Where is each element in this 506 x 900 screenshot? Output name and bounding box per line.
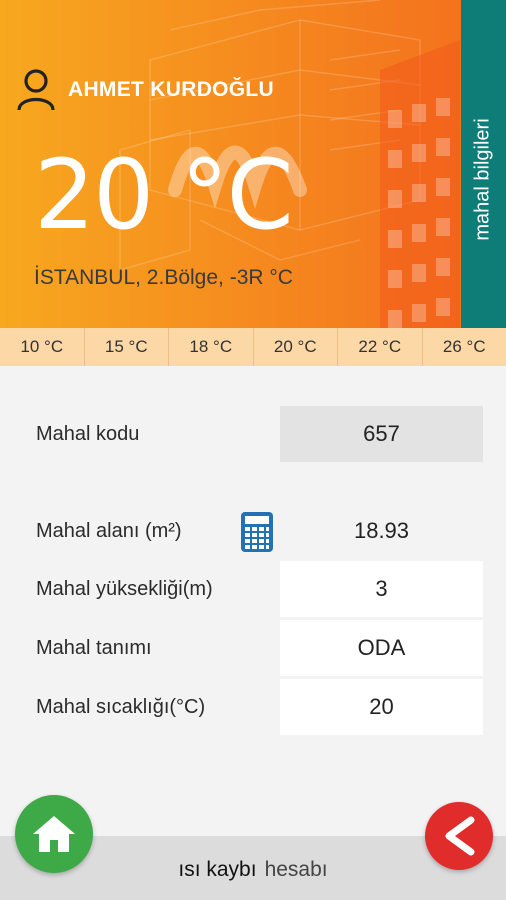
mahal-bilgileri-tab[interactable]: mahal bilgileri xyxy=(461,0,506,328)
scale-item[interactable]: 22 °C xyxy=(338,328,423,366)
mahal-yuksekligi-field[interactable]: 3 xyxy=(280,561,483,617)
mahal-sicakligi-field[interactable]: 20 xyxy=(280,679,483,735)
mahal-alani-label: Mahal alanı (m²) xyxy=(36,519,182,542)
footer-title-part1: ısı kaybı xyxy=(178,858,257,881)
calculator-icon[interactable] xyxy=(240,511,274,553)
mahal-tanimi-label: Mahal tanımı xyxy=(36,636,152,659)
footer-title: ısı kaybı hesabı xyxy=(178,858,327,882)
mahal-sicakligi-row: Mahal sıcaklığı(°C) 20 xyxy=(0,679,506,735)
scale-item[interactable]: 15 °C xyxy=(84,328,169,366)
mahal-yuksekligi-label: Mahal yüksekliği(m) xyxy=(36,577,213,600)
mahal-sicakligi-label: Mahal sıcaklığı(°C) xyxy=(36,695,206,718)
mahal-kodu-field[interactable]: 657 xyxy=(280,406,483,462)
scale-item[interactable]: 18 °C xyxy=(169,328,254,366)
scale-item[interactable]: 26 °C xyxy=(422,328,506,366)
temperature-scale: 10 °C 15 °C 18 °C 20 °C 22 °C 26 °C xyxy=(0,328,506,366)
home-icon xyxy=(33,816,75,852)
mahal-yuksekligi-row: Mahal yüksekliği(m) 3 xyxy=(0,561,506,617)
back-arrow-icon xyxy=(445,816,475,856)
mahal-kodu-label: Mahal kodu xyxy=(36,422,140,445)
side-tab-label: mahal bilgileri xyxy=(472,117,494,241)
scale-item[interactable]: 20 °C xyxy=(253,328,338,366)
user-row[interactable]: AHMET KURDOĞLU xyxy=(16,68,274,112)
mahal-alani-field[interactable]: 18.93 xyxy=(280,503,483,559)
current-temperature: 20 °C xyxy=(34,139,294,251)
footer-title-part2: hesabı xyxy=(264,858,328,881)
mahal-alani-row: Mahal alanı (m²) 18.93 xyxy=(0,503,506,559)
mahal-kodu-row: Mahal kodu 657 xyxy=(0,406,506,462)
back-button[interactable] xyxy=(425,802,493,870)
home-button[interactable] xyxy=(15,795,93,873)
user-icon xyxy=(17,69,55,111)
location-info: İSTANBUL, 2.Bölge, -3R °C xyxy=(34,266,293,289)
header: AHMET KURDOĞLU 20 °C İSTANBUL, 2.Bölge, … xyxy=(0,0,506,328)
scale-item[interactable]: 10 °C xyxy=(0,328,85,366)
user-name: AHMET KURDOĞLU xyxy=(68,78,275,101)
mahal-tanimi-row: Mahal tanımı ODA xyxy=(0,620,506,676)
mahal-tanimi-field[interactable]: ODA xyxy=(280,620,483,676)
